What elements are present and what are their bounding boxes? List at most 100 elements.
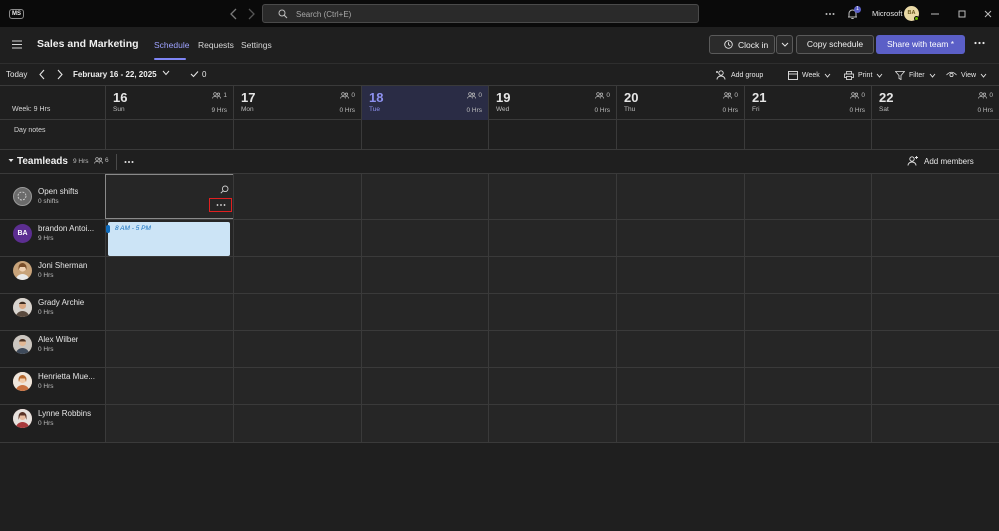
open-shift-cell-wed[interactable] bbox=[488, 174, 616, 219]
copy-schedule-button[interactable]: Copy schedule bbox=[796, 35, 874, 54]
day-header-sun[interactable]: 16 Sun 1 9 Hrs bbox=[105, 86, 233, 120]
clock-in-button[interactable]: Clock in bbox=[709, 35, 775, 54]
schedule-cell[interactable] bbox=[744, 220, 871, 256]
close-icon[interactable] bbox=[983, 0, 993, 27]
app-badge[interactable]: MS bbox=[9, 9, 24, 19]
day-note-cell[interactable] bbox=[233, 120, 361, 150]
member-info[interactable]: Joni Sherman 0 Hrs bbox=[0, 257, 105, 293]
minimize-icon[interactable] bbox=[930, 0, 940, 27]
schedule-cell[interactable] bbox=[744, 331, 871, 367]
group-name[interactable]: Teamleads bbox=[17, 156, 68, 167]
restore-icon[interactable] bbox=[957, 0, 967, 27]
collapse-chevron-icon[interactable] bbox=[8, 158, 14, 163]
schedule-cell[interactable] bbox=[361, 220, 488, 256]
member-info[interactable]: Grady Archie 0 Hrs bbox=[0, 294, 105, 330]
schedule-cell[interactable] bbox=[616, 368, 744, 404]
day-note-cell[interactable] bbox=[871, 120, 999, 150]
schedule-cell[interactable] bbox=[233, 331, 361, 367]
schedule-cell[interactable] bbox=[616, 220, 744, 256]
print-button[interactable]: Print bbox=[844, 69, 883, 81]
schedule-cell[interactable] bbox=[488, 257, 616, 293]
schedule-cell[interactable] bbox=[105, 294, 233, 330]
schedule-cell[interactable] bbox=[105, 257, 233, 293]
schedule-cell[interactable] bbox=[744, 368, 871, 404]
previous-week-icon[interactable] bbox=[38, 69, 46, 80]
day-header-sat[interactable]: 22 Sat 0 0 Hrs bbox=[871, 86, 999, 120]
schedule-cell[interactable] bbox=[871, 405, 999, 442]
chevron-down-icon[interactable] bbox=[162, 70, 170, 76]
schedule-cell[interactable] bbox=[233, 294, 361, 330]
week-view-button[interactable]: Week bbox=[788, 69, 831, 81]
filter-button[interactable]: Filter bbox=[895, 69, 936, 81]
day-header-wed[interactable]: 19 Wed 0 0 Hrs bbox=[488, 86, 616, 120]
day-note-cell[interactable] bbox=[361, 120, 488, 150]
day-header-tue[interactable]: 18 Tue 0 0 Hrs bbox=[361, 86, 488, 120]
day-note-cell[interactable] bbox=[105, 120, 233, 150]
cell-more-options-icon[interactable] bbox=[209, 198, 232, 212]
schedule-cell[interactable] bbox=[488, 220, 616, 256]
schedule-cell[interactable] bbox=[361, 294, 488, 330]
schedule-cell[interactable] bbox=[233, 405, 361, 442]
day-header-thu[interactable]: 20 Thu 0 0 Hrs bbox=[616, 86, 744, 120]
today-button[interactable]: Today bbox=[6, 70, 27, 79]
day-note-cell[interactable] bbox=[488, 120, 616, 150]
schedule-cell[interactable] bbox=[233, 368, 361, 404]
schedule-cell[interactable] bbox=[105, 368, 233, 404]
open-shift-cell-tue[interactable] bbox=[361, 174, 488, 219]
day-note-cell[interactable] bbox=[744, 120, 871, 150]
back-arrow-icon[interactable] bbox=[228, 7, 240, 21]
add-members-button[interactable]: Add members bbox=[907, 156, 974, 166]
open-shift-cell-sat[interactable] bbox=[871, 174, 999, 219]
schedule-cell[interactable] bbox=[744, 294, 871, 330]
schedule-cell[interactable] bbox=[616, 405, 744, 442]
schedule-cell[interactable] bbox=[488, 405, 616, 442]
open-shift-cell-fri[interactable] bbox=[744, 174, 871, 219]
date-range-label[interactable]: February 16 - 22, 2025 bbox=[73, 70, 157, 79]
forward-arrow-icon[interactable] bbox=[245, 7, 257, 21]
schedule-cell[interactable] bbox=[744, 257, 871, 293]
schedule-cell[interactable] bbox=[871, 294, 999, 330]
schedule-cell[interactable] bbox=[233, 257, 361, 293]
schedule-cell[interactable] bbox=[361, 368, 488, 404]
view-button[interactable]: View bbox=[946, 69, 987, 81]
share-with-team-button[interactable]: Share with team * bbox=[876, 35, 965, 54]
schedule-cell[interactable] bbox=[871, 368, 999, 404]
schedule-cell[interactable] bbox=[744, 405, 871, 442]
member-info[interactable]: Lynne Robbins 0 Hrs bbox=[0, 405, 105, 442]
schedule-cell[interactable] bbox=[488, 331, 616, 367]
search-input[interactable] bbox=[296, 7, 676, 21]
schedule-cell[interactable] bbox=[488, 368, 616, 404]
org-name[interactable]: Microsoft bbox=[872, 9, 902, 18]
more-options-icon[interactable] bbox=[825, 0, 835, 27]
schedule-cell[interactable] bbox=[616, 331, 744, 367]
member-info[interactable]: Alex Wilber 0 Hrs bbox=[0, 331, 105, 367]
add-group-button[interactable]: Add group bbox=[715, 69, 763, 81]
schedule-cell[interactable] bbox=[871, 220, 999, 256]
schedule-cell[interactable] bbox=[488, 294, 616, 330]
schedule-cell[interactable] bbox=[361, 405, 488, 442]
member-info[interactable]: BA brandon Antoi... 9 Hrs bbox=[0, 220, 105, 256]
group-more-options-icon[interactable] bbox=[124, 160, 134, 164]
open-shift-cell-thu[interactable] bbox=[616, 174, 744, 219]
shift-block[interactable]: 8 AM - 5 PM bbox=[106, 222, 230, 256]
checkmark-icon[interactable] bbox=[190, 70, 199, 78]
schedule-cell[interactable] bbox=[871, 257, 999, 293]
more-options-icon[interactable] bbox=[974, 41, 985, 45]
day-header-fri[interactable]: 21 Fri 0 0 Hrs bbox=[744, 86, 871, 120]
hamburger-menu-icon[interactable] bbox=[12, 40, 22, 49]
member-info[interactable]: Henrietta Mue... 0 Hrs bbox=[0, 368, 105, 404]
schedule-cell[interactable] bbox=[871, 331, 999, 367]
search-icon[interactable] bbox=[220, 185, 229, 194]
day-header-mon[interactable]: 17 Mon 0 0 Hrs bbox=[233, 86, 361, 120]
next-week-icon[interactable] bbox=[56, 69, 64, 80]
open-shift-cell-mon[interactable] bbox=[233, 174, 361, 219]
tab-schedule[interactable]: Schedule bbox=[154, 40, 189, 50]
schedule-cell[interactable] bbox=[361, 257, 488, 293]
schedule-cell[interactable] bbox=[105, 405, 233, 442]
clock-in-dropdown-button[interactable] bbox=[776, 35, 793, 54]
schedule-cell[interactable] bbox=[233, 220, 361, 256]
schedule-cell[interactable] bbox=[361, 331, 488, 367]
tab-requests[interactable]: Requests bbox=[198, 40, 234, 50]
schedule-cell[interactable] bbox=[616, 257, 744, 293]
schedule-cell[interactable] bbox=[105, 331, 233, 367]
